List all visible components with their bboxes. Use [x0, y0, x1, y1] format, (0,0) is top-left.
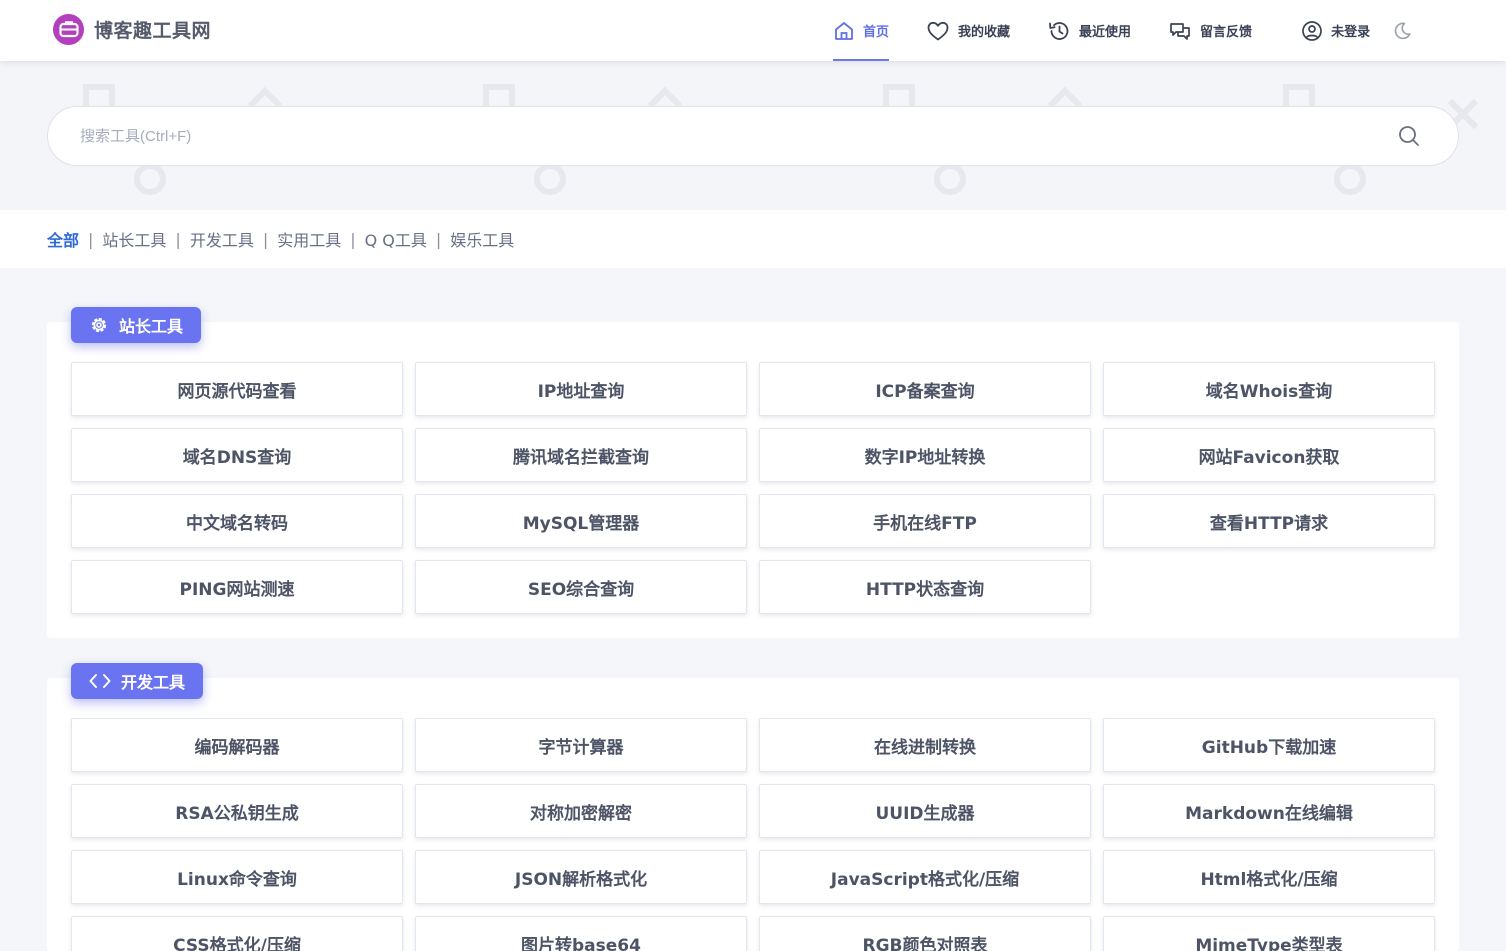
search-input[interactable] [80, 107, 1380, 165]
tool-grid: 编码解码器 字节计算器 在线进制转换 GitHub下载加速 RSA公私钥生成 对… [71, 718, 1435, 951]
search-hero [0, 61, 1506, 210]
history-icon [1049, 21, 1069, 40]
tool-card[interactable]: 字节计算器 [415, 718, 747, 772]
tool-card[interactable]: GitHub下载加速 [1103, 718, 1435, 772]
category-qq[interactable]: Q Q工具 [365, 227, 427, 251]
tool-card[interactable]: MimeType类型表 [1103, 916, 1435, 951]
section-webmaster-tools: 站长工具 网页源代码查看 IP地址查询 ICP备案查询 域名Whois查询 域名… [47, 307, 1459, 638]
theme-toggle[interactable] [1392, 0, 1412, 61]
tool-card[interactable]: SEO综合查询 [415, 560, 747, 614]
tool-card[interactable]: Markdown在线编辑 [1103, 784, 1435, 838]
nav-feedback[interactable]: 留言反馈 [1168, 0, 1252, 61]
category-separator: | [262, 229, 269, 249]
search-bar [47, 106, 1459, 166]
tool-card[interactable]: 对称加密解密 [415, 784, 747, 838]
tool-card[interactable]: 编码解码器 [71, 718, 403, 772]
site-name: 博客趣工具网 [94, 19, 212, 42]
nav-favorites-label: 我的收藏 [958, 25, 1011, 40]
tool-card[interactable]: 图片转base64 [415, 916, 747, 951]
category-separator: | [350, 229, 356, 249]
tool-card[interactable]: RSA公私钥生成 [71, 784, 403, 838]
gear-icon [91, 317, 107, 333]
tool-card[interactable]: 域名DNS查询 [71, 428, 403, 482]
top-header: 博客趣工具网 首页 我的收藏 最近使用 留言反馈 未登录 [0, 0, 1506, 61]
section-title-label: 站长工具 [119, 317, 184, 336]
tool-card[interactable]: HTTP状态查询 [759, 560, 1091, 614]
category-separator: | [88, 229, 94, 249]
tool-card[interactable]: 中文域名转码 [71, 494, 403, 548]
code-icon [89, 674, 111, 688]
section-title-webmaster: 站长工具 [71, 307, 202, 343]
home-icon [835, 21, 853, 40]
category-dev[interactable]: 开发工具 [190, 227, 254, 251]
nav-home-label: 首页 [863, 25, 890, 40]
nav-home[interactable]: 首页 [833, 0, 890, 61]
moon-icon [1394, 22, 1411, 39]
nav-feedback-label: 留言反馈 [1200, 25, 1253, 40]
tool-card[interactable]: JavaScript格式化/压缩 [759, 850, 1091, 904]
nav-recent-label: 最近使用 [1079, 25, 1132, 40]
tool-card[interactable]: 腾讯域名拦截查询 [415, 428, 747, 482]
tool-card[interactable]: 查看HTTP请求 [1103, 494, 1435, 548]
login-link[interactable]: 未登录 [1301, 0, 1370, 61]
main-nav: 首页 我的收藏 最近使用 留言反馈 未登录 [833, 0, 1412, 61]
category-fun[interactable]: 娱乐工具 [450, 227, 514, 251]
login-label: 未登录 [1331, 25, 1371, 40]
category-utility[interactable]: 实用工具 [277, 227, 341, 251]
tool-card[interactable]: CSS格式化/压缩 [71, 916, 403, 951]
section-dev-tools: 开发工具 编码解码器 字节计算器 在线进制转换 GitHub下载加速 RSA公私… [47, 663, 1459, 951]
section-title-label: 开发工具 [121, 673, 186, 692]
tool-card[interactable]: Html格式化/压缩 [1103, 850, 1435, 904]
tool-card[interactable]: 网页源代码查看 [71, 362, 403, 416]
category-separator: | [435, 229, 442, 249]
tool-card[interactable]: 域名Whois查询 [1103, 362, 1435, 416]
section-title-dev: 开发工具 [71, 663, 204, 699]
chat-icon [1170, 22, 1190, 40]
tool-card[interactable]: JSON解析格式化 [415, 850, 747, 904]
nav-recent[interactable]: 最近使用 [1047, 0, 1131, 61]
tool-card[interactable]: RGB颜色对照表 [759, 916, 1091, 951]
tool-card[interactable]: IP地址查询 [415, 362, 747, 416]
tool-card[interactable]: 在线进制转换 [759, 718, 1091, 772]
tool-card[interactable]: Linux命令查询 [71, 850, 403, 904]
site-logo[interactable]: 博客趣工具网 [53, 13, 211, 45]
tool-card[interactable]: 网站Favicon获取 [1103, 428, 1435, 482]
tool-card[interactable]: 数字IP地址转换 [759, 428, 1091, 482]
tool-card[interactable]: 手机在线FTP [759, 494, 1091, 548]
category-separator: | [175, 229, 181, 249]
category-all[interactable]: 全部 [47, 227, 79, 251]
toolbox-icon [53, 13, 84, 45]
tool-card[interactable]: PING网站测速 [71, 560, 403, 614]
category-webmaster[interactable]: 站长工具 [102, 227, 166, 251]
nav-favorites[interactable]: 我的收藏 [926, 0, 1010, 61]
search-icon [1399, 126, 1419, 146]
tool-grid: 网页源代码查看 IP地址查询 ICP备案查询 域名Whois查询 域名DNS查询… [71, 362, 1435, 614]
category-filter: 全部 | 站长工具 | 开发工具 | 实用工具 | Q Q工具 | 娱乐工具 [0, 210, 1506, 268]
heart-icon [927, 21, 949, 40]
tool-card[interactable]: ICP备案查询 [759, 362, 1091, 416]
user-icon [1302, 20, 1322, 41]
search-button[interactable] [1396, 123, 1422, 149]
tool-card[interactable]: UUID生成器 [759, 784, 1091, 838]
tool-card[interactable]: MySQL管理器 [415, 494, 747, 548]
